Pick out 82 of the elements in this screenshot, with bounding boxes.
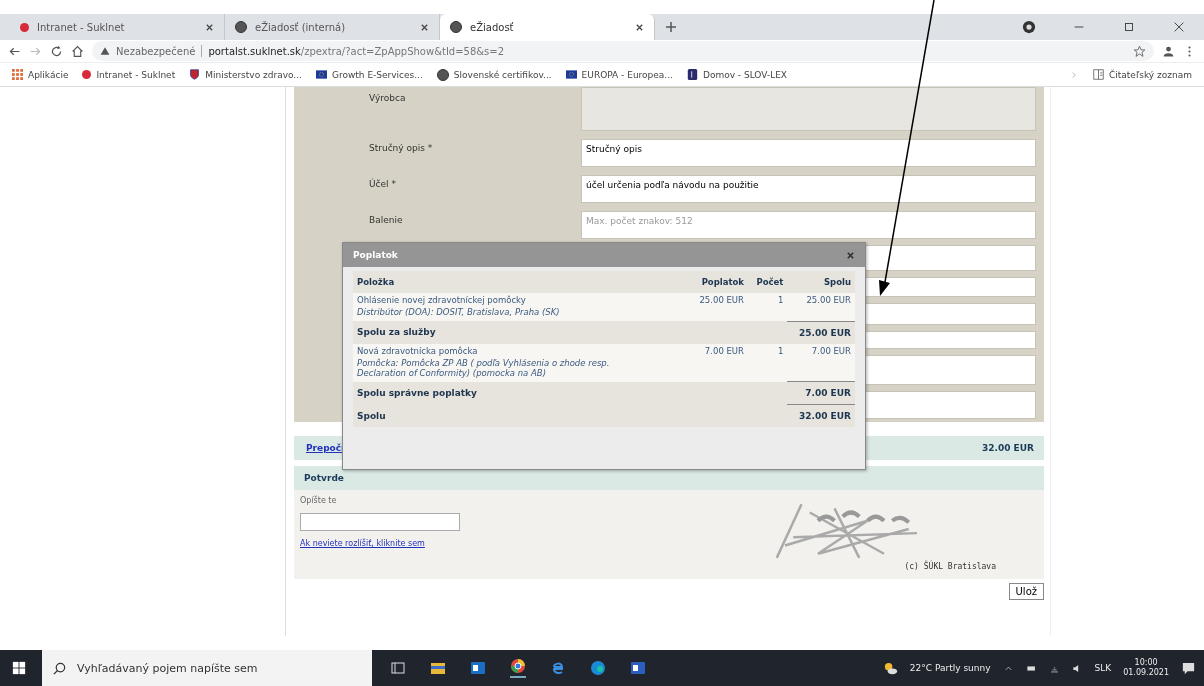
input-field[interactable]	[581, 87, 1036, 131]
captcha-hint: Opíšte te	[300, 496, 338, 505]
subtotal-label: Spolu	[357, 410, 386, 421]
profile-icon[interactable]	[1162, 44, 1175, 58]
clock[interactable]: 10:00 01.09.2021	[1123, 658, 1169, 678]
weather-text[interactable]: 22°C Partly sunny	[909, 663, 991, 673]
column-header: Položka	[357, 277, 395, 287]
taskbar-search-field[interactable]: Vyhľadávaný pojem napíšte sem	[42, 650, 372, 686]
notification-icon[interactable]	[1181, 660, 1196, 676]
bookmark-item[interactable]: Growth E-Services...	[315, 69, 423, 80]
subtotal-label: Spolu správne poplatky	[357, 388, 477, 398]
close-icon[interactable]	[420, 22, 429, 32]
bookmark-item[interactable]: Aplikácie	[12, 69, 69, 80]
subtotal-amount: 25.00 EUR	[799, 327, 851, 338]
book-icon	[686, 69, 698, 80]
fee-item-detail: Pomôcka: Pomôcka ZP AB ( podľa Vyhlásenia o zhode resp. Declaration of Conformity) (pomocka na AB)	[357, 357, 611, 378]
warning-icon	[100, 46, 110, 56]
e-browser-icon[interactable]	[550, 660, 566, 676]
input-field[interactable]: Stručný opis	[581, 139, 1036, 167]
mail-app-icon[interactable]	[470, 660, 486, 676]
input-field[interactable]: Max. počet znakov: 512	[581, 211, 1036, 239]
input-field[interactable]: účel určenia podľa návodu na použitie	[581, 175, 1036, 203]
copyright-text: (c) ŠÚKL Bratislava	[904, 562, 996, 571]
captcha-field[interactable]	[300, 513, 460, 531]
column-header: Spolu	[824, 277, 851, 287]
maximize-icon[interactable]	[1122, 20, 1136, 34]
reload-icon[interactable]	[50, 44, 63, 58]
total-amount: 32.00 EUR	[982, 443, 1034, 453]
bookmark-item[interactable]: Domov - SLOV-LEX	[686, 69, 788, 80]
star-icon[interactable]	[1133, 44, 1146, 58]
fee-cell: 7.00 EUR	[704, 345, 744, 356]
column-header: Poplatok	[701, 277, 744, 287]
close-icon[interactable]	[1172, 20, 1186, 34]
bookmark-item[interactable]: Intranet - Suklnet	[82, 69, 176, 80]
task-view-icon[interactable]	[390, 660, 406, 676]
flag-icon	[565, 69, 577, 80]
profile-icon[interactable]	[1022, 20, 1036, 34]
shield-icon	[189, 69, 201, 80]
browser-tab[interactable]: Intranet - Suklnet	[10, 14, 225, 40]
search-icon	[52, 660, 67, 676]
close-icon[interactable]	[205, 22, 214, 32]
browser-app-icon[interactable]	[510, 658, 526, 678]
count-cell: 1	[777, 345, 784, 356]
reading-list-button[interactable]: Čitateľský zoznam	[1093, 69, 1192, 80]
home-icon[interactable]	[71, 44, 84, 58]
fee-item-name: Ohlásenie novej zdravotníckej pomôcky	[357, 295, 527, 305]
field-label: Balenie	[368, 214, 404, 227]
bookmark-item[interactable]: EUROPA - Europea...	[565, 69, 673, 80]
windows-start-icon[interactable]	[12, 661, 26, 675]
apps-grid-icon	[12, 69, 23, 80]
total-cell: 25.00 EUR	[806, 295, 851, 305]
column-header: Počet	[756, 277, 784, 287]
close-icon[interactable]	[846, 250, 855, 260]
subtotal-label: Spolu za služby	[357, 327, 436, 338]
bookmark-item[interactable]: Slovenské certifikov...	[436, 68, 552, 81]
total-cell: 7.00 EUR	[811, 345, 851, 356]
wave-browser-icon[interactable]	[590, 660, 606, 676]
new-tab-icon[interactable]	[665, 21, 677, 33]
fee-item-name: Nová zdravotnícka pomôcka	[357, 345, 479, 356]
field-label: Stručný opis *	[368, 142, 434, 155]
field-label: Výrobca	[368, 92, 407, 105]
save-button[interactable]: Ulož	[1008, 583, 1044, 600]
favicon-icon	[82, 70, 92, 79]
flag-icon	[315, 69, 327, 80]
folder-icon[interactable]	[430, 660, 446, 676]
help-link[interactable]: Ak neviete rozlíšiť, kliknite sem	[300, 539, 460, 548]
count-cell: 1	[777, 295, 784, 305]
reading-list-icon	[1093, 69, 1104, 80]
subtotal-amount: 32.00 EUR	[799, 411, 851, 421]
language-indicator[interactable]: SLK	[1094, 663, 1112, 673]
weather-icon[interactable]	[882, 660, 898, 676]
subtotal-amount: 7.00 EUR	[805, 388, 851, 398]
fee-item-detail: Distribútor (DOA): DOSIT, Bratislava, Praha (SK)	[357, 307, 561, 317]
close-icon[interactable]	[635, 22, 644, 32]
address-field[interactable]: Nezabezpečené portalst.suklnet.sk/zpextra/?act=ZpAppShow&tId=58&s=2	[92, 41, 1154, 61]
dialog-title-bar: Poplatok	[343, 243, 865, 267]
fee-cell: 25.00 EUR	[699, 295, 744, 305]
bookmark-item[interactable]: Ministerstvo zdravo...	[189, 69, 302, 80]
document-app-icon[interactable]	[630, 660, 646, 676]
favicon-icon	[20, 22, 29, 32]
browser-tab[interactable]: eŽiadosť	[440, 14, 655, 40]
field-label: Účel *	[368, 177, 397, 191]
